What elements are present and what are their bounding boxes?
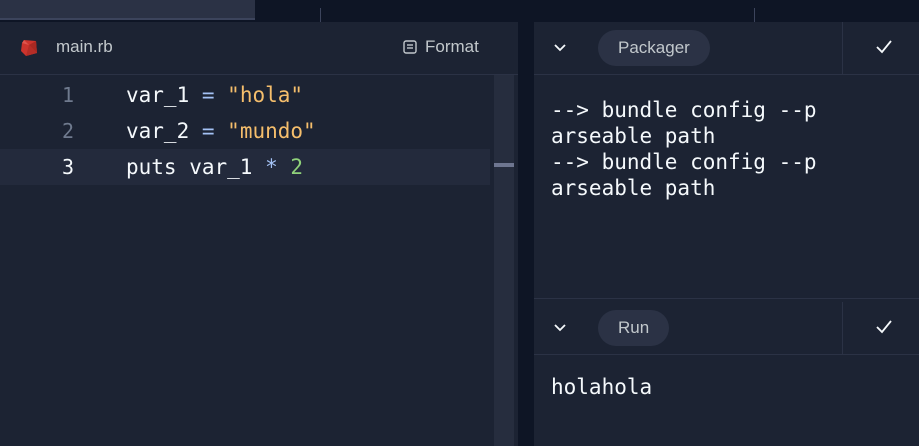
output-line: arseable path: [551, 176, 716, 200]
check-icon[interactable]: [874, 317, 894, 337]
output-line: holahola: [551, 375, 653, 399]
editor-scrollbar[interactable]: [494, 75, 514, 446]
code-token: =: [201, 83, 215, 107]
code-text: var_1 = "hola": [126, 77, 303, 113]
output-line: arseable path: [551, 124, 716, 148]
check-icon[interactable]: [874, 37, 894, 57]
header-divider: [842, 302, 843, 354]
code-token: var_1: [126, 83, 202, 107]
code-token: "mundo": [227, 119, 316, 143]
split-divider[interactable]: [518, 0, 534, 446]
line-number: 3: [62, 155, 75, 179]
editor-pane: main.rb Format 1 var_1 = "hola" 2 var_2 …: [0, 0, 518, 446]
chevron-down-icon[interactable]: [552, 40, 568, 56]
packager-tab[interactable]: Packager: [598, 30, 710, 66]
code-editor[interactable]: 1 var_1 = "hola" 2 var_2 = "mundo" 3 put…: [0, 75, 518, 446]
code-text: var_2 = "mundo": [126, 113, 316, 149]
code-line[interactable]: 2 var_2 = "mundo": [0, 113, 490, 149]
scroll-thumb[interactable]: [494, 163, 514, 167]
ruby-gem-icon: [21, 40, 37, 56]
run-title: Run: [618, 318, 650, 337]
code-token: puts var_1: [126, 155, 266, 179]
packager-header: Packager: [534, 22, 919, 75]
run-tab[interactable]: Run: [598, 310, 670, 346]
code-token: =: [201, 119, 215, 143]
header-divider: [842, 22, 843, 74]
code-line[interactable]: 1 var_1 = "hola": [0, 77, 490, 113]
code-text: puts var_1 * 2: [126, 149, 303, 185]
code-token: var_2: [126, 119, 202, 143]
console-panes: Packager --> bundle config --p arseable p…: [534, 0, 919, 446]
packager-title: Packager: [618, 38, 690, 57]
output-line: --> bundle config --p: [551, 98, 817, 122]
run-output: holahola: [551, 374, 652, 400]
chevron-down-icon[interactable]: [552, 320, 568, 336]
pane-divider[interactable]: [534, 298, 919, 299]
packager-output: --> bundle config --p arseable path --> bu…: [551, 97, 817, 201]
code-token: 2: [290, 155, 304, 179]
tab-divider: [754, 8, 755, 22]
file-header: main.rb Format: [0, 22, 518, 75]
tab-divider: [320, 8, 321, 22]
code-token: *: [265, 155, 278, 179]
code-token: "hola": [227, 83, 304, 107]
file-name[interactable]: main.rb: [56, 37, 113, 57]
run-header: Run: [534, 302, 919, 355]
editor-tab-scroll[interactable]: [0, 0, 255, 20]
line-number: 1: [62, 83, 75, 107]
output-line: --> bundle config --p: [551, 150, 817, 174]
editor-tab-strip: [0, 0, 518, 22]
line-number: 2: [62, 119, 75, 143]
code-line-active[interactable]: 3 puts var_1 * 2: [0, 149, 490, 185]
console-tab-strip: [534, 0, 919, 22]
format-label: Format: [425, 37, 479, 56]
format-button[interactable]: Format: [403, 35, 479, 59]
format-doc-icon: [403, 40, 417, 54]
